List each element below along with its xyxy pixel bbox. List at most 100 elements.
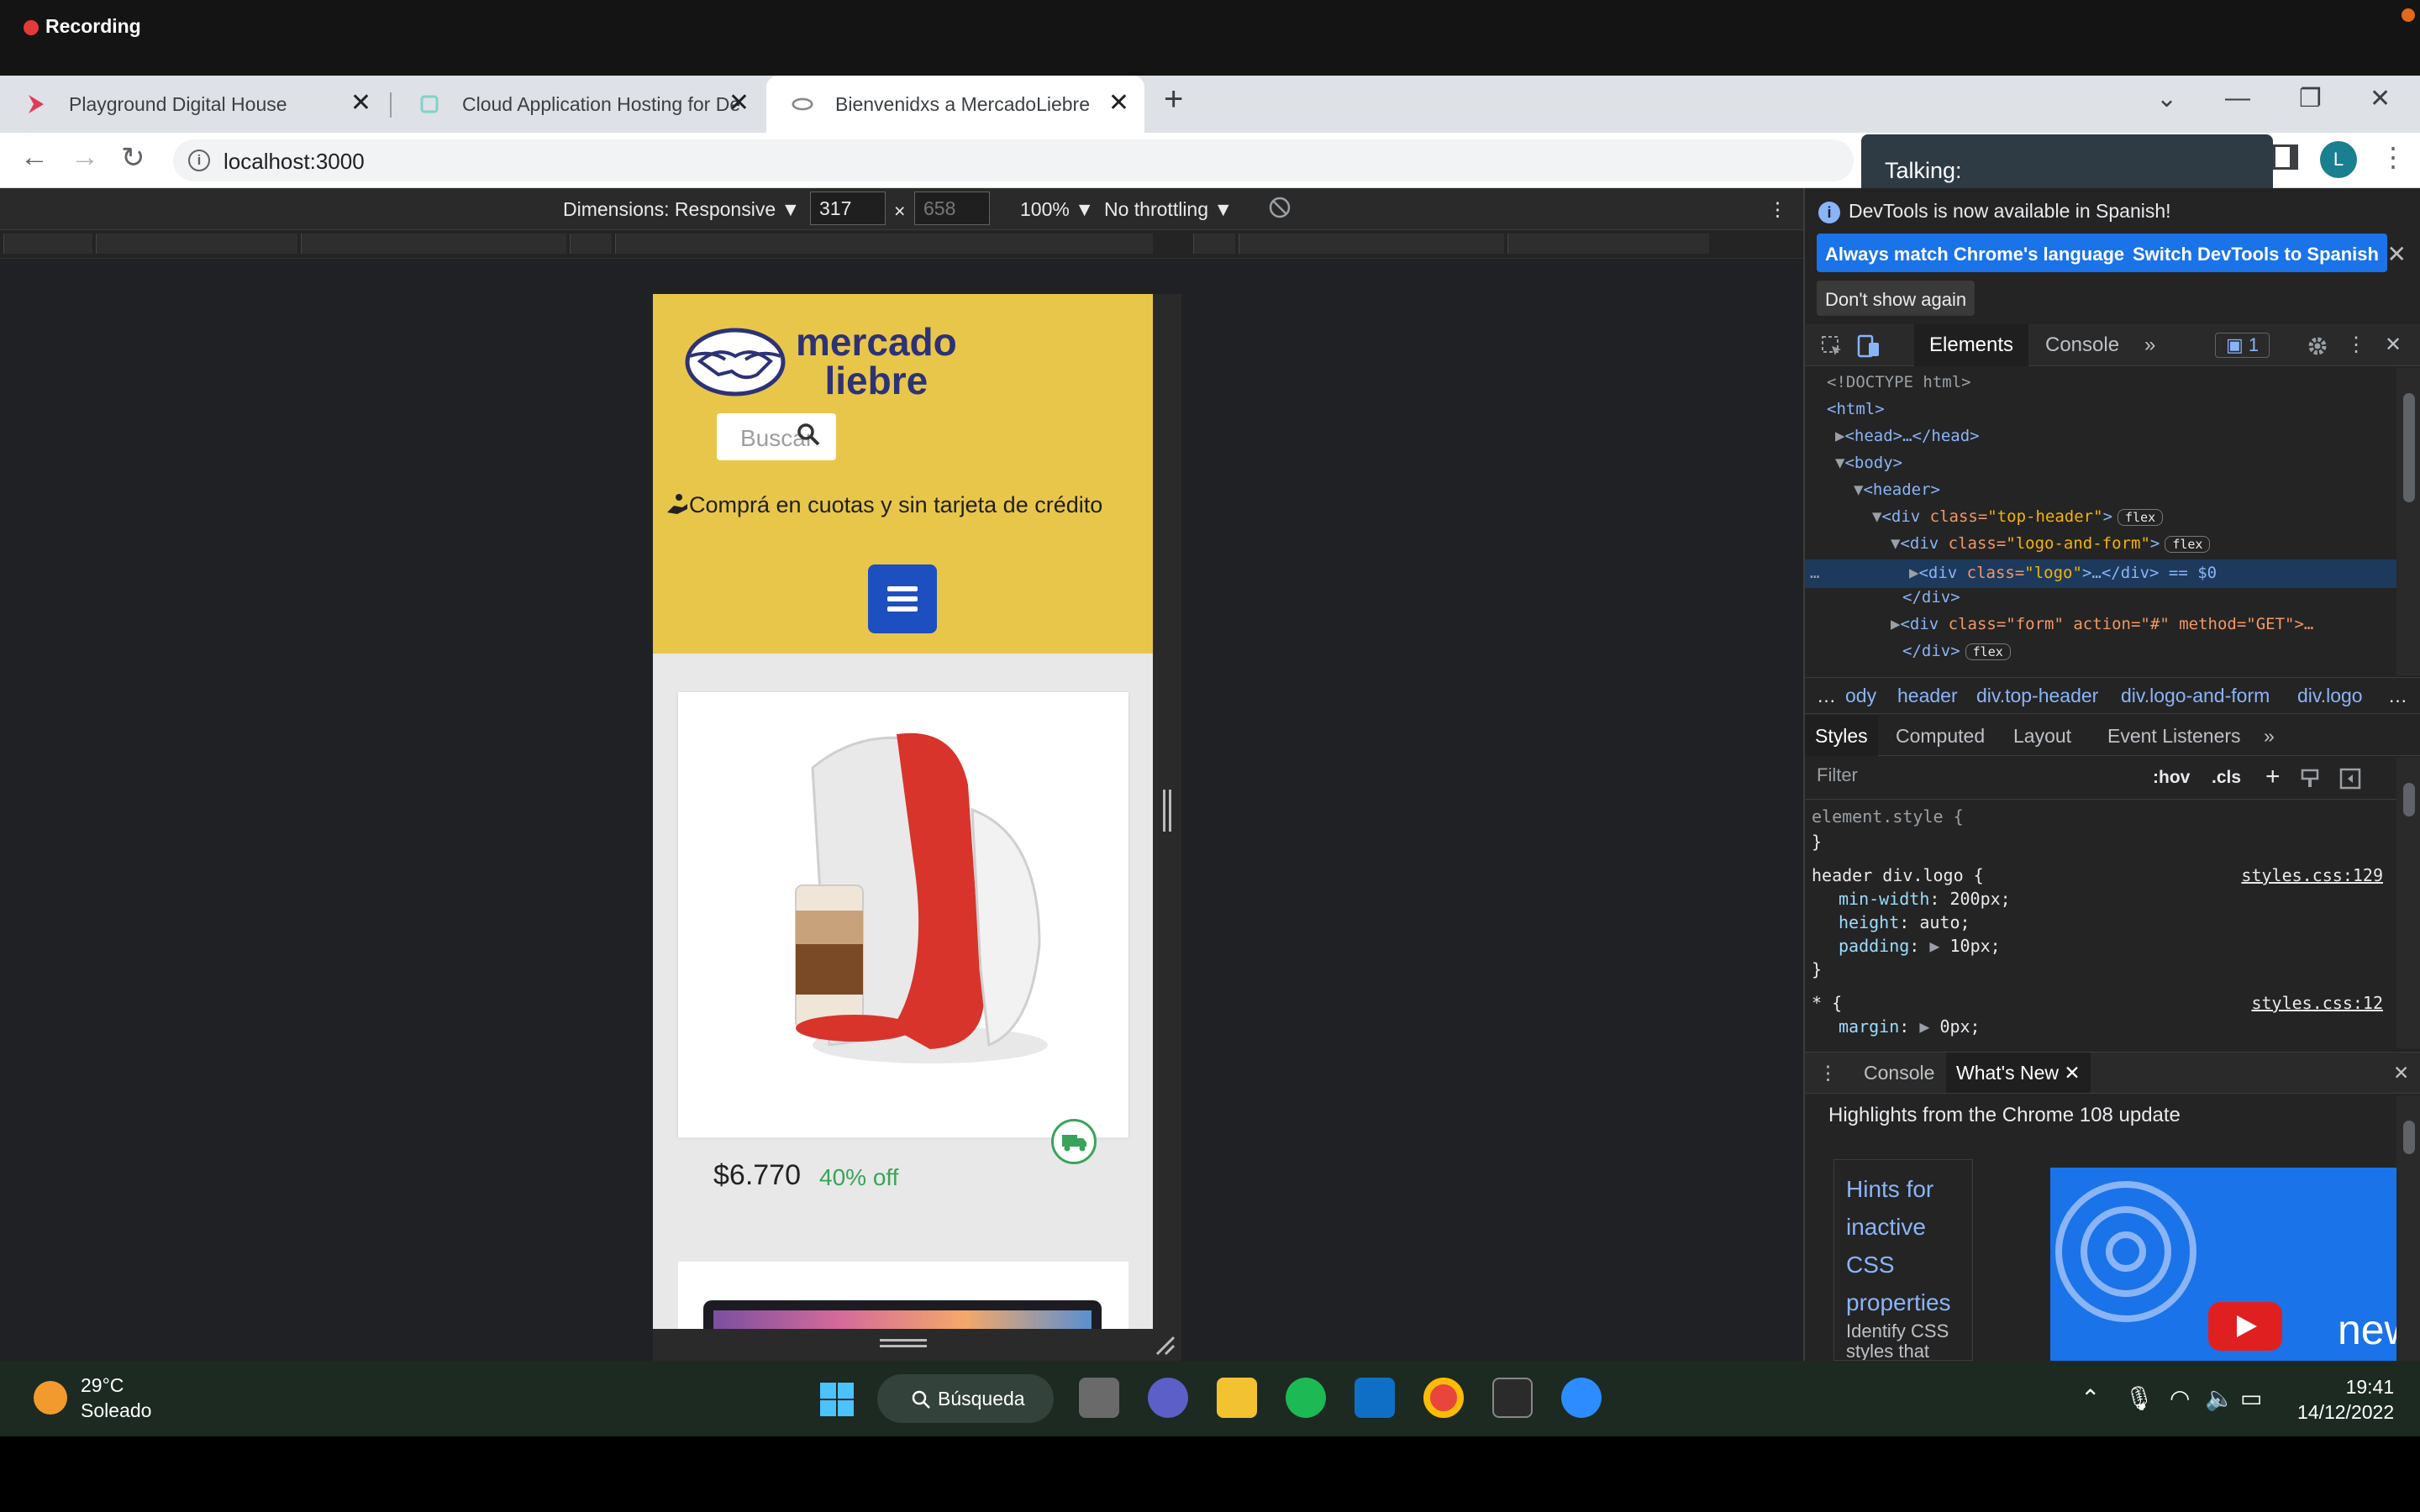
dont-show-again-button[interactable]: Don't show again [1817,281,1975,316]
dom-node[interactable]: <!DOCTYPE html> [1827,373,1971,391]
tab-mercadoliebre[interactable]: Bienvenidxs a MercadoLiebre ✕ [766,76,1144,133]
styles-scrollbar[interactable] [2396,758,2420,1048]
styles-filter-input[interactable]: Filter [1817,764,1858,786]
width-resize-handle[interactable] [1163,790,1171,832]
drawer-tab-whats-new[interactable]: What's New ✕ [1946,1053,2091,1093]
dom-node[interactable]: </div> flex [1902,642,2011,660]
tab-console[interactable]: Console [2030,324,2134,366]
issues-badge[interactable]: ▣ 1 [2215,333,2270,358]
ruler-segment[interactable] [615,234,1153,254]
feature-title-line[interactable]: Hints for [1846,1170,1960,1208]
dom-node[interactable]: ▼<div class="logo-and-form"> flex [1891,534,2211,553]
device-toggle-icon[interactable] [1857,333,1881,358]
hover-state-toggle[interactable]: :hov [2153,768,2190,788]
device-toolbar-more-icon[interactable]: ⋮ [1768,198,1787,221]
ruler-segment[interactable] [301,234,566,254]
spotify-icon[interactable] [1286,1378,1326,1418]
close-devtools-icon[interactable]: ✕ [2376,324,2410,366]
product-card[interactable] [678,1262,1128,1329]
taskbar-clock[interactable]: 19:41 14/12/2022 [2297,1374,2394,1425]
volume-icon[interactable]: 🔈 [2205,1384,2234,1412]
dom-node[interactable]: ▼<header> [1854,480,1940,499]
scroll-thumb[interactable] [2403,1121,2415,1154]
profile-avatar[interactable]: L [2320,141,2357,178]
weather-description[interactable]: Soleado [81,1399,151,1422]
breadcrumb-item[interactable]: div.logo [2297,685,2363,707]
breadcrumb-overflow[interactable]: … [1817,685,1836,707]
dom-node[interactable]: ▼<div class="top-header"> flex [1872,507,2164,526]
ruler-segment[interactable] [96,234,297,254]
flex-badge[interactable]: flex [1965,643,2011,660]
css-source-link[interactable]: styles.css:129 [2241,865,2383,885]
breadcrumb-item[interactable]: ody [1845,685,1876,707]
ruler-segment[interactable] [1193,234,1235,254]
css-selector[interactable]: * { [1812,993,1842,1013]
corner-resize-icon[interactable] [1152,1332,1177,1357]
dimensions-dropdown[interactable]: Dimensions: Responsive ▼ [563,198,800,221]
whats-new-video-thumbnail[interactable]: new [2050,1168,2396,1361]
switch-spanish-button[interactable]: Switch DevTools to Spanish [2124,234,2387,272]
feature-title-line[interactable]: properties [1846,1284,1960,1321]
css-declaration[interactable]: min-width: 200px; [1839,889,2011,909]
terminal-icon[interactable] [1492,1378,1533,1418]
reload-button[interactable]: ↻ [121,141,145,175]
youtube-play-icon[interactable] [2208,1302,2282,1351]
ruler-segment[interactable] [1239,234,1504,254]
tab-event-listeners[interactable]: Event Listeners [2097,716,2251,756]
taskbar-search[interactable]: Búsqueda [877,1374,1054,1423]
vscode-icon[interactable] [1355,1378,1395,1418]
battery-icon[interactable]: ▭ [2240,1384,2262,1412]
close-tab-icon[interactable]: ✕ [729,91,750,116]
whats-new-scrollbar[interactable] [2396,1095,2420,1361]
feature-card[interactable]: Hints for inactive CSS properties Identi… [1833,1159,1973,1361]
close-banner-icon[interactable]: ✕ [2387,240,2407,268]
tab-cloud-hosting[interactable]: Cloud Application Hosting for De ✕ [393,76,765,133]
rotate-icon[interactable] [1267,195,1292,225]
tab-computed[interactable]: Computed [1886,716,1995,756]
search-input[interactable]: Buscar [717,413,836,460]
close-drawer-tab-icon[interactable]: ✕ [2064,1062,2080,1084]
close-tab-icon[interactable]: ✕ [350,91,371,116]
tab-styles[interactable]: Styles [1805,716,1878,756]
dom-node-selected[interactable]: … ▶<div class="logo">…</div> == $0 [1805,559,2402,588]
match-language-button[interactable]: Always match Chrome's language [1817,234,2133,272]
tab-layout[interactable]: Layout [2003,716,2081,756]
more-tabs-icon[interactable]: » [2129,324,2170,366]
breadcrumb-item[interactable]: div.top-header [1976,685,2098,707]
paint-brush-icon[interactable] [2299,768,2321,790]
class-toggle[interactable]: .cls [2212,768,2241,788]
breadcrumb-item[interactable]: div.logo-and-form [2121,685,2270,707]
ruler-segment[interactable] [3,234,92,254]
hamburger-menu-button[interactable] [868,564,937,633]
side-panel-icon[interactable] [2273,144,2298,170]
scroll-thumb[interactable] [2403,783,2415,816]
css-source-link[interactable]: styles.css:12 [2251,993,2383,1013]
scroll-thumb[interactable] [2403,393,2415,502]
url-text[interactable]: localhost:3000 [224,149,365,175]
flex-badge[interactable]: flex [2118,509,2164,526]
dom-node[interactable]: <html> [1827,400,1885,418]
breadcrumb-overflow[interactable]: … [2388,685,2407,707]
feature-title-line[interactable]: inactive [1846,1208,1960,1246]
weather-temperature[interactable]: 29°C [81,1374,124,1397]
css-declaration[interactable]: margin: ▶ 0px; [1839,1016,1981,1037]
height-input[interactable]: 658 [914,192,990,225]
close-window-button[interactable]: ✕ [2370,84,2391,113]
windows-start-icon[interactable] [818,1381,855,1418]
drawer-menu-icon[interactable]: ⋮ [1812,1053,1844,1093]
height-resize-handle[interactable] [880,1339,927,1347]
back-button[interactable]: ← [20,141,49,174]
throttling-dropdown[interactable]: No throttling ▼ [1104,198,1233,221]
product-card[interactable]: $6.770 40% off [678,692,1128,1191]
dom-node[interactable]: </div> [1902,588,1960,606]
css-selector[interactable]: header div.logo { [1812,865,1984,885]
dom-node[interactable]: ▶<head>…</head> [1835,427,1980,445]
microphone-icon[interactable]: 🎙 [2124,1384,2154,1412]
breadcrumb-item[interactable]: header [1897,685,1958,707]
omnibox[interactable]: i localhost:3000 [173,139,1854,181]
css-declaration[interactable]: height: auto; [1839,912,1970,932]
dom-node[interactable]: ▶<div class="form" action="#" method="GE… [1891,615,2313,633]
settings-gear-icon[interactable] [2306,334,2329,358]
inspect-element-icon[interactable] [1820,334,1844,358]
chat-app-icon[interactable] [1148,1378,1188,1418]
